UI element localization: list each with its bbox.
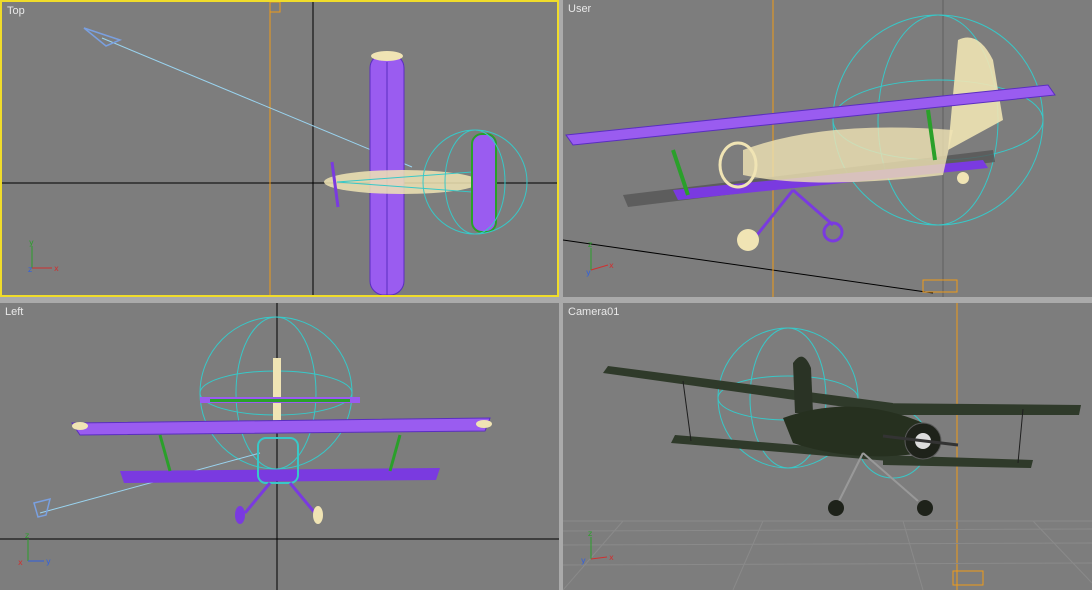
viewport-user[interactable]: User z x y [563, 0, 1092, 297]
svg-text:x: x [54, 264, 59, 273]
ground-grid [563, 520, 1092, 590]
aircraft-wireframe-user [565, 37, 1056, 251]
svg-text:y: y [581, 556, 586, 565]
viewport-left[interactable]: Left z y x [0, 303, 559, 590]
camera-view-scene: z x y [563, 303, 1092, 590]
helper-sphere-user [832, 14, 1044, 226]
left-view-scene: z y x [0, 303, 559, 590]
aircraft-wireframe-left [71, 358, 492, 524]
axis-tripod-camera: z x y [581, 529, 614, 565]
viewport-label-left[interactable]: Left [5, 306, 23, 318]
top-view-scene: y x z [2, 2, 557, 295]
aircraft-rendered-camera [603, 356, 1081, 516]
viewport-camera[interactable]: Camera01 z x y [563, 303, 1092, 590]
svg-text:x: x [609, 553, 614, 562]
user-view-scene: z x y [563, 0, 1056, 297]
svg-text:z: z [28, 265, 32, 274]
svg-text:x: x [609, 261, 614, 270]
viewport-top[interactable]: Top y x z [0, 0, 559, 297]
svg-text:y: y [29, 238, 34, 247]
svg-text:z: z [25, 531, 29, 540]
aircraft-wireframe-top [324, 51, 528, 295]
svg-text:y: y [586, 268, 591, 277]
axis-tripod-left: z y x [18, 531, 51, 567]
light-icon-left [33, 497, 52, 518]
svg-text:z: z [588, 240, 592, 249]
svg-text:x: x [18, 558, 23, 567]
viewport-label-user[interactable]: User [568, 3, 591, 15]
viewport-label-camera[interactable]: Camera01 [568, 306, 619, 318]
viewport-label-top[interactable]: Top [7, 5, 25, 17]
svg-text:y: y [46, 557, 51, 566]
axis-tripod-top: y x z [28, 238, 59, 274]
svg-text:z: z [588, 529, 592, 538]
